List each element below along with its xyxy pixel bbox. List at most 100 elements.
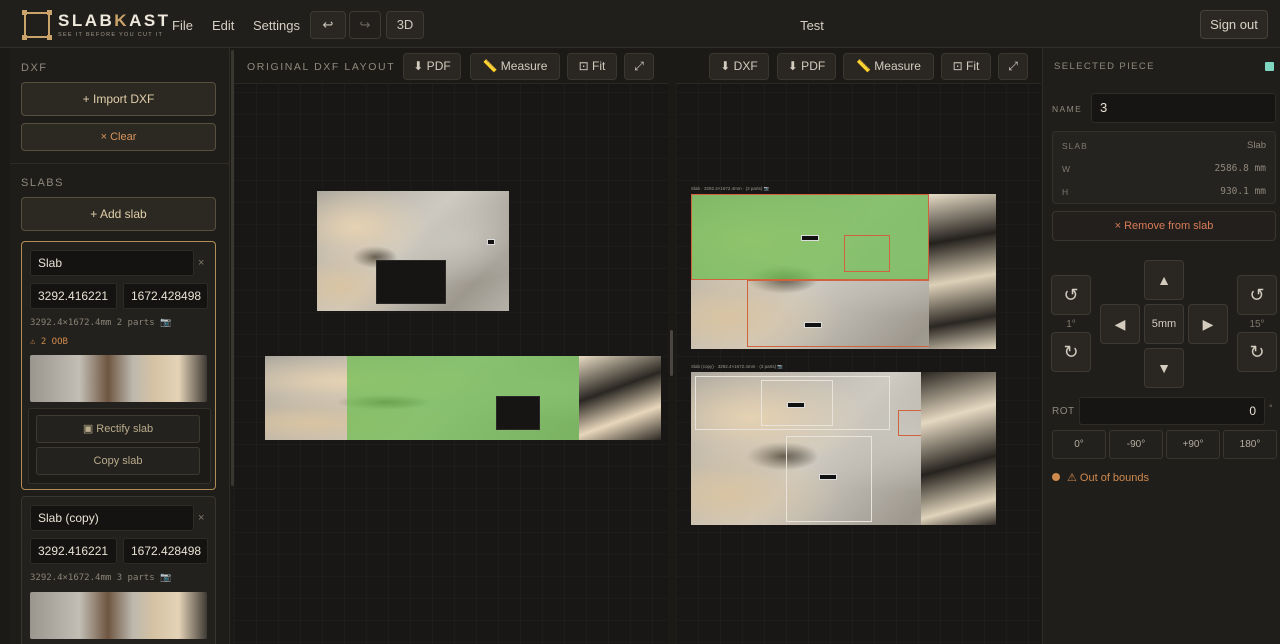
dxf-layout-panel[interactable]: ORIGINAL DXF LAYOUT ⬇ PDF 📏 Measure ⊡ Fi… [234,48,668,644]
slab-canvas-label: Slab · 3292.4×1672.4mm · (2 parts) 📷 [691,186,770,191]
divider [10,163,229,164]
piece-name-input[interactable]: 3 [1091,93,1276,123]
height-value: 930.1 mm [1220,186,1266,197]
piece-outline [844,235,890,272]
slab-card[interactable]: Slab × 3292.416221 1672.428498 3292.4×16… [21,241,216,490]
panel-title: SELECTED PIECE [1054,61,1155,72]
slab-image[interactable] [691,372,996,525]
status-dot [1052,473,1060,481]
copy-slab-button[interactable]: Copy slab [36,447,200,475]
cutout [496,396,540,430]
large-step-label: 15° [1249,319,1265,330]
rotate-cw-small-icon[interactable]: ↻ [1051,332,1091,372]
rotate-ccw-large-icon[interactable]: ↺ [1237,275,1277,315]
slab-value: Slab [1246,140,1266,151]
width-value: 2586.8 mm [1214,163,1266,174]
document-title: Test [800,18,824,33]
undo-button[interactable]: ↩ [310,11,346,39]
piece-tag [487,239,495,245]
clear-dxf-button[interactable]: × Clear [21,123,216,151]
width-key: W [1062,164,1072,174]
slab-thumbnail [30,592,207,639]
app-tagline: SEE IT BEFORE YOU CUT IT [58,32,164,38]
slab-height-input[interactable]: 1672.428498 [123,538,208,564]
nudge-left-icon[interactable]: ◀ [1100,304,1140,344]
expand-icon[interactable]: ⤢ [998,53,1028,80]
stone-edge [921,372,996,525]
add-slab-button[interactable]: + Add slab [21,197,216,231]
view-3d-button[interactable]: 3D [386,11,424,39]
slab-card[interactable]: Slab (copy) × 3292.416221 1672.428498 32… [21,496,216,644]
panel-splitter[interactable] [670,330,673,376]
piece-outline [747,280,943,347]
rotate-cw-large-icon[interactable]: ↻ [1237,332,1277,372]
piece-tag [801,235,819,241]
nudge-down-icon[interactable]: ▼ [1144,348,1184,388]
slab-key: SLAB [1062,141,1088,151]
rot-preset-minus90-button[interactable]: -90° [1109,430,1163,459]
dxf-piece[interactable] [265,356,661,440]
download-pdf-button[interactable]: ⬇ PDF [777,53,836,80]
rotation-input[interactable]: 0 [1079,397,1265,425]
rot-unit: ° [1269,403,1273,413]
sign-out-button[interactable]: Sign out [1200,10,1268,39]
cutout [376,260,446,304]
dxf-piece[interactable] [317,191,509,311]
slab-canvas-toolbar: ⬇ DXF ⬇ PDF 📏 Measure ⊡ Fit ⤢ [676,48,1041,84]
slab-canvas-panel[interactable]: ⬇ DXF ⬇ PDF 📏 Measure ⊡ Fit ⤢ Slab · 329… [676,48,1041,644]
slabs-section-label: SLABS [21,177,64,189]
menu-settings[interactable]: Settings [253,18,300,33]
slab-name-input[interactable]: Slab [30,250,194,276]
remove-slab-icon[interactable]: × [198,512,204,524]
nudge-right-icon[interactable]: ▶ [1188,304,1228,344]
slab-canvas-label: Slab (copy) · 3292.4×1672.4mm · (3 parts… [691,364,784,369]
slab-actions: ▣ Rectify slab Copy slab [28,408,211,484]
dxf-layout-toolbar: ORIGINAL DXF LAYOUT ⬇ PDF 📏 Measure ⊡ Fi… [234,48,668,84]
top-bar: SLABKAST SEE IT BEFORE YOU CUT IT File E… [0,0,1280,48]
selection-color-swatch [1265,62,1274,71]
name-label: NAME [1052,104,1083,114]
import-dxf-button[interactable]: + Import DXF [21,82,216,116]
rotate-ccw-small-icon[interactable]: ↺ [1051,275,1091,315]
slab-meta: 3292.4×1672.4mm 3 parts 📷 [30,573,172,583]
left-sidebar: DXF + Import DXF × Clear SLABS + Add sla… [10,48,230,644]
slab-image[interactable] [691,194,996,349]
placed-region [347,356,579,440]
selected-piece-panel: SELECTED PIECE NAME 3 SLAB Slab W 2586.8… [1042,48,1280,644]
stone-edge [929,194,996,349]
rectify-slab-button[interactable]: ▣ Rectify slab [36,415,200,443]
slab-height-input[interactable]: 1672.428498 [123,283,208,309]
download-pdf-button[interactable]: ⬇ PDF [403,53,461,80]
fit-button[interactable]: ⊡ Fit [567,53,617,80]
download-dxf-button[interactable]: ⬇ DXF [709,53,769,80]
nudge-step-button[interactable]: 5mm [1144,304,1184,344]
menu-edit[interactable]: Edit [212,18,234,33]
panel-title: ORIGINAL DXF LAYOUT [247,61,396,73]
slab-meta: 3292.4×1672.4mm 2 parts 📷 [30,318,172,328]
measure-button[interactable]: 📏 Measure [843,53,934,80]
oob-warning: ⚠ 2 OOB [30,337,68,347]
app-name: SLABKAST [58,11,171,30]
redo-button[interactable]: ↪ [349,11,381,39]
small-step-label: 1° [1066,319,1076,330]
fit-button[interactable]: ⊡ Fit [941,53,991,80]
measure-button[interactable]: 📏 Measure [470,53,560,80]
rot-preset-180-button[interactable]: 180° [1223,430,1277,459]
menu-file[interactable]: File [172,18,193,33]
nudge-up-icon[interactable]: ▲ [1144,260,1184,300]
expand-icon[interactable]: ⤢ [624,53,654,80]
slab-thumbnail [30,355,207,402]
remove-slab-icon[interactable]: × [198,257,204,269]
rot-label: ROT [1052,406,1075,417]
piece-tag [804,322,822,328]
remove-from-slab-button[interactable]: × Remove from slab [1052,211,1276,241]
logo-icon [22,10,52,40]
rot-preset-plus90-button[interactable]: +90° [1166,430,1220,459]
slab-width-input[interactable]: 3292.416221 [30,283,117,309]
piece-tag [819,474,837,480]
rot-preset-0-button[interactable]: 0° [1052,430,1106,459]
height-key: H [1062,187,1070,197]
slab-width-input[interactable]: 3292.416221 [30,538,117,564]
slab-name-input[interactable]: Slab (copy) [30,505,194,531]
piece-tag [787,402,805,408]
